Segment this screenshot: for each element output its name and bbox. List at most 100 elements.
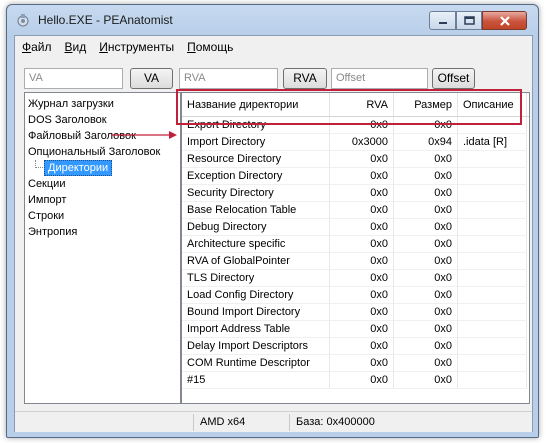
table-row[interactable]: COM Runtime Descriptor 0x0 0x0 <box>182 355 529 372</box>
cell-desc <box>458 338 527 355</box>
table-row[interactable]: TLS Directory 0x0 0x0 <box>182 270 529 287</box>
table-body: Export Directory 0x0 0x0 Import Directory 0x… <box>182 117 529 389</box>
cell-desc <box>458 117 527 134</box>
column-header-name[interactable]: Название директории <box>182 93 330 116</box>
tree-item-directories[interactable]: Директории <box>25 160 180 176</box>
cell-name: RVA of GlobalPointer <box>182 253 330 270</box>
cell-name: Exception Directory <box>182 168 330 185</box>
tree-item-directories-label: Директории <box>44 160 113 176</box>
maximize-icon <box>463 16 475 25</box>
menu-help-accel: П <box>187 39 196 54</box>
table-row[interactable]: Exception Directory 0x0 0x0 <box>182 168 529 185</box>
va-input[interactable]: VA <box>24 68 123 89</box>
table-row[interactable]: Import Directory 0x3000 0x94 .idata [R] <box>182 134 529 151</box>
cell-name: Load Config Directory <box>182 287 330 304</box>
cell-rva: 0x0 <box>330 168 394 185</box>
table-row[interactable]: Resource Directory 0x0 0x0 <box>182 151 529 168</box>
table-row[interactable]: Import Address Table 0x0 0x0 <box>182 321 529 338</box>
table-row[interactable]: Architecture specific 0x0 0x0 <box>182 236 529 253</box>
table-row[interactable]: #15 0x0 0x0 <box>182 372 529 389</box>
menu-help-label: омощь <box>195 39 234 54</box>
tree-item-optional-header[interactable]: Опциональный Заголовок <box>25 144 180 160</box>
cell-size: 0x0 <box>394 253 458 270</box>
menu-file[interactable]: Файл <box>15 37 58 57</box>
cell-rva: 0x0 <box>330 321 394 338</box>
table-row[interactable]: Debug Directory 0x0 0x0 <box>182 219 529 236</box>
cell-rva: 0x0 <box>330 236 394 253</box>
minimize-icon <box>438 21 447 24</box>
cell-name: #15 <box>182 372 330 389</box>
rva-button[interactable]: RVA <box>283 68 327 89</box>
cell-name: Resource Directory <box>182 151 330 168</box>
cell-desc <box>458 270 527 287</box>
tree-item-sections[interactable]: Секции <box>25 176 180 192</box>
status-architecture: AMD x64 <box>193 414 288 431</box>
column-header-rva[interactable]: RVA <box>330 93 394 116</box>
cell-size: 0x0 <box>394 338 458 355</box>
cell-size: 0x0 <box>394 270 458 287</box>
table-row[interactable]: Delay Import Descriptors 0x0 0x0 <box>182 338 529 355</box>
cell-desc <box>458 372 527 389</box>
menu-help[interactable]: Помощь <box>180 37 239 57</box>
cell-rva: 0x3000 <box>330 134 394 151</box>
tree-item-file-header[interactable]: Файловый Заголовок <box>25 128 180 144</box>
menu-view[interactable]: Вид <box>58 37 93 57</box>
menu-view-label: ид <box>72 39 87 54</box>
table-header: Название директории RVA Размер Описание <box>182 93 529 117</box>
table-row[interactable]: RVA of GlobalPointer 0x0 0x0 <box>182 253 529 270</box>
table-row[interactable]: Base Relocation Table 0x0 0x0 <box>182 202 529 219</box>
cell-desc <box>458 236 527 253</box>
table-row[interactable]: Security Directory 0x0 0x0 <box>182 185 529 202</box>
table-row[interactable]: Bound Import Directory 0x0 0x0 <box>182 304 529 321</box>
cell-size: 0x94 <box>394 134 458 151</box>
tree-item-dos-header[interactable]: DOS Заголовок <box>25 112 180 128</box>
cell-name: Export Directory <box>182 117 330 134</box>
va-button[interactable]: VA <box>130 68 173 89</box>
table-row[interactable]: Load Config Directory 0x0 0x0 <box>182 287 529 304</box>
tree-item-strings[interactable]: Строки <box>25 208 180 224</box>
app-window: Hello.EXE - PEAnatomist Файл Вид Инструм… <box>6 4 539 438</box>
cell-size: 0x0 <box>394 151 458 168</box>
minimize-button[interactable] <box>429 11 456 30</box>
cell-desc <box>458 168 527 185</box>
tree-item-load-log[interactable]: Журнал загрузки <box>25 96 180 112</box>
cell-rva: 0x0 <box>330 338 394 355</box>
cell-rva: 0x0 <box>330 117 394 134</box>
offset-input[interactable]: Offset <box>331 68 428 89</box>
menu-view-accel: В <box>64 39 73 54</box>
cell-size: 0x0 <box>394 287 458 304</box>
client-area: Файл Вид Инструменты Помощь VA VA RVA RV… <box>14 35 533 432</box>
directories-table[interactable]: Название директории RVA Размер Описание … <box>181 92 530 404</box>
menu-tools[interactable]: Инструменты <box>92 37 180 57</box>
tree-item-entropy[interactable]: Энтропия <box>25 224 180 240</box>
cell-rva: 0x0 <box>330 151 394 168</box>
tree-item-import[interactable]: Импорт <box>25 192 180 208</box>
title-bar[interactable]: Hello.EXE - PEAnatomist <box>7 5 538 35</box>
cell-size: 0x0 <box>394 219 458 236</box>
cell-rva: 0x0 <box>330 253 394 270</box>
close-button[interactable] <box>482 11 527 30</box>
cell-name: Base Relocation Table <box>182 202 330 219</box>
cell-rva: 0x0 <box>330 372 394 389</box>
cell-desc <box>458 321 527 338</box>
cell-size: 0x0 <box>394 372 458 389</box>
cell-name: Debug Directory <box>182 219 330 236</box>
menu-tools-accel: И <box>99 39 108 54</box>
cell-size: 0x0 <box>394 117 458 134</box>
cell-rva: 0x0 <box>330 355 394 372</box>
cell-desc <box>458 151 527 168</box>
maximize-button[interactable] <box>456 11 482 30</box>
cell-name: Import Address Table <box>182 321 330 338</box>
cell-name: Bound Import Directory <box>182 304 330 321</box>
column-header-description[interactable]: Описание <box>458 93 527 116</box>
cell-desc <box>458 355 527 372</box>
cell-size: 0x0 <box>394 355 458 372</box>
rva-input[interactable]: RVA <box>179 68 278 89</box>
column-header-size[interactable]: Размер <box>394 93 458 116</box>
menu-file-accel: Ф <box>22 39 32 54</box>
navigation-tree[interactable]: Журнал загрузки DOS Заголовок Файловый З… <box>24 92 181 404</box>
table-row[interactable]: Export Directory 0x0 0x0 <box>182 117 529 134</box>
offset-button[interactable]: Offset <box>432 68 475 89</box>
cell-desc: .idata [R] <box>458 134 527 151</box>
cell-size: 0x0 <box>394 168 458 185</box>
